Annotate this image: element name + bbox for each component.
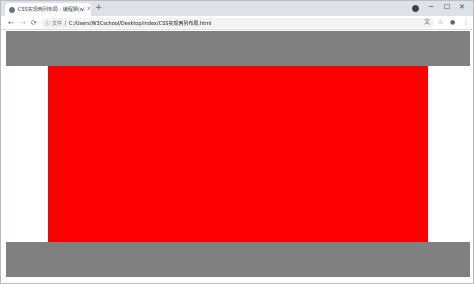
page-content <box>6 31 470 279</box>
minimize-button[interactable]: ─ <box>429 2 433 12</box>
left-side-column <box>6 66 48 242</box>
main-content-block <box>48 66 428 242</box>
forward-button[interactable]: → <box>20 18 26 28</box>
address-separator <box>65 20 67 26</box>
menu-icon[interactable]: ⋮ <box>463 19 469 27</box>
close-window-button[interactable]: ✕ <box>459 2 465 12</box>
profile-icon[interactable] <box>412 5 419 12</box>
tab-active[interactable]: CSS实现两列布局 - 编程狮(w3c × <box>5 3 91 16</box>
close-tab-icon[interactable]: × <box>87 7 91 12</box>
footer-block <box>6 242 470 277</box>
maximize-button[interactable]: ☐ <box>444 2 450 12</box>
back-button[interactable]: ← <box>8 18 14 28</box>
info-icon[interactable]: ⓘ <box>45 20 50 27</box>
tab-title: CSS实现两列布局 - 编程狮(w3c <box>18 7 85 13</box>
address-bar[interactable]: ⓘ 文件 C:/Users/W3Cschool/Desktop/index/CS… <box>41 18 434 28</box>
scheme-label: 文件 <box>52 20 63 27</box>
account-icon[interactable]: ● <box>450 19 455 27</box>
reload-button[interactable]: ⟳ <box>31 18 37 28</box>
tab-strip: CSS实现两列布局 - 编程狮(w3c × + ─ ☐ ✕ <box>1 1 473 16</box>
translate-icon[interactable]: 文 <box>424 19 430 27</box>
right-side-column <box>428 66 470 242</box>
url-text[interactable]: C:/Users/W3Cschool/Desktop/index/CSS实现两列… <box>69 20 211 27</box>
bookmark-star-icon[interactable]: ☆ <box>438 19 443 27</box>
header-block <box>6 31 470 66</box>
new-tab-button[interactable]: + <box>95 3 103 14</box>
browser-window: CSS实现两列布局 - 编程狮(w3c × + ─ ☐ ✕ ← → ⟳ ⓘ 文件… <box>0 0 474 284</box>
browser-toolbar: ← → ⟳ ⓘ 文件 C:/Users/W3Cschool/Desktop/in… <box>1 16 473 30</box>
globe-icon <box>9 6 15 13</box>
